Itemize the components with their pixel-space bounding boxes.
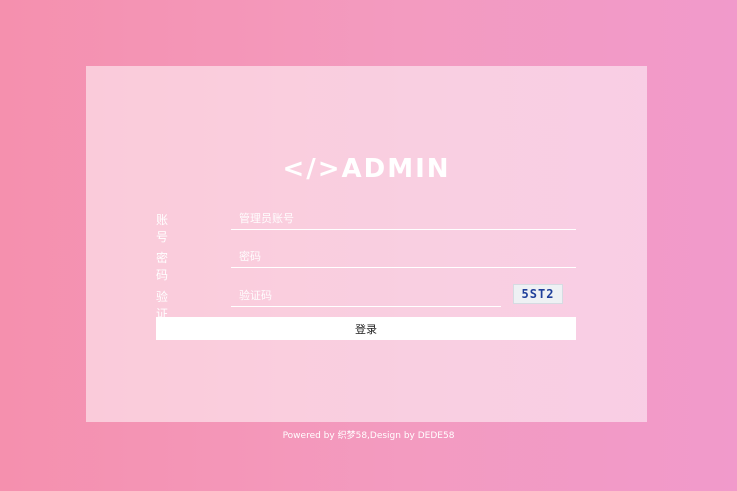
login-button[interactable]: 登录 xyxy=(156,317,576,340)
captcha-input[interactable] xyxy=(231,285,501,307)
password-input[interactable] xyxy=(231,246,576,268)
captcha-image[interactable]: 5ST2 xyxy=(513,284,563,304)
account-label: 账号 xyxy=(156,213,169,244)
password-label: 密码 xyxy=(156,251,169,282)
login-panel: </>ADMIN 账号 密码 验证码 5ST2 登录 xyxy=(86,66,647,422)
account-input[interactable] xyxy=(231,208,576,230)
footer-credit: Powered by 织梦58,Design by DEDE58 xyxy=(282,431,455,441)
admin-logo: </>ADMIN xyxy=(282,154,451,184)
